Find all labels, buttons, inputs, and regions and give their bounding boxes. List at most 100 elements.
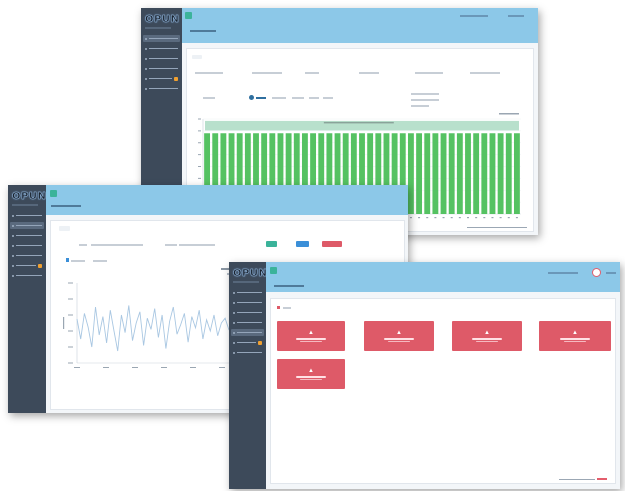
filter-field[interactable] (252, 72, 282, 74)
x-tick-label (491, 217, 494, 219)
sidebar-item-label (237, 301, 262, 304)
sidebar-item-label (149, 37, 178, 40)
y-tick-label (198, 118, 201, 120)
sidebar-item[interactable] (10, 212, 44, 219)
line-chart (63, 282, 251, 368)
alert-icon[interactable] (592, 268, 601, 277)
filter-select[interactable] (91, 244, 143, 246)
filter-field[interactable] (415, 72, 443, 74)
option-label[interactable] (323, 97, 333, 99)
bar (432, 133, 439, 214)
sidebar-item[interactable] (10, 242, 44, 249)
option-label[interactable] (309, 97, 319, 99)
sidebar-item-icon (233, 291, 235, 294)
top-header (182, 8, 538, 43)
sidebar-item[interactable] (143, 45, 180, 52)
alarm-title (560, 338, 590, 340)
alarm-detail (564, 340, 586, 342)
sidebar-item[interactable] (231, 289, 264, 296)
bar (505, 133, 512, 214)
sidebar-item[interactable] (143, 75, 180, 82)
tab-daily[interactable] (192, 55, 202, 59)
sidebar-item[interactable] (10, 222, 44, 229)
sidebar-item[interactable] (231, 309, 264, 316)
filter-field[interactable] (359, 72, 379, 74)
sidebar-item[interactable] (143, 55, 180, 62)
chart-icon (66, 258, 69, 262)
x-tick-label (483, 217, 486, 219)
sidebar-item[interactable] (231, 339, 264, 346)
sidebar-item[interactable] (231, 329, 264, 336)
series-line (76, 305, 251, 352)
sidebar: OPUN (8, 185, 46, 413)
option-label[interactable] (272, 97, 286, 99)
sidebar-item-icon (233, 351, 235, 354)
bar (416, 133, 423, 214)
radio-icon[interactable] (249, 95, 254, 100)
sidebar-item[interactable] (10, 262, 44, 269)
notification-badge (38, 263, 42, 268)
tab-hourly[interactable] (74, 226, 82, 231)
sidebar-item[interactable] (10, 232, 44, 239)
sidebar-item-icon (145, 67, 147, 70)
sidebar-item-icon (12, 274, 14, 277)
alarm-card[interactable]: ▲ (277, 321, 345, 351)
brand-tagline (12, 204, 38, 206)
alarm-title (384, 338, 414, 340)
sidebar-item-label (16, 254, 42, 257)
view-option[interactable] (71, 260, 85, 262)
sidebar-item[interactable] (10, 252, 44, 259)
menu-toggle-button[interactable] (50, 190, 57, 197)
sidebar-item-icon (12, 254, 14, 257)
menu-toggle-button[interactable] (270, 267, 277, 274)
sidebar-item[interactable] (143, 65, 180, 72)
sidebar-item-label (16, 264, 36, 267)
header-logout[interactable] (606, 272, 616, 274)
alarm-card[interactable]: ▲ (539, 321, 611, 351)
alarm-button[interactable] (322, 241, 342, 247)
tab-daily[interactable] (59, 226, 70, 231)
brand-logo: OPUN (12, 191, 47, 203)
alarm-detail (476, 340, 498, 342)
header-logout[interactable] (508, 15, 524, 17)
bar (424, 133, 431, 214)
option-label[interactable] (292, 97, 304, 99)
y-tick-label (198, 142, 201, 144)
sidebar-item-label (16, 244, 42, 247)
bar (440, 133, 447, 214)
search-button[interactable] (266, 241, 277, 247)
filter-field[interactable] (305, 72, 319, 74)
x-tick-label (161, 367, 167, 368)
sidebar-item[interactable] (143, 85, 180, 92)
export-button[interactable] (296, 241, 309, 247)
alarm-card[interactable]: ▲ (452, 321, 522, 351)
alarm-title (296, 338, 326, 340)
brand-tagline (233, 281, 259, 283)
tab-hourly[interactable] (206, 55, 214, 59)
menu-toggle-button[interactable] (185, 12, 192, 19)
sidebar-item[interactable] (143, 35, 180, 42)
sidebar-nav (8, 212, 46, 279)
x-tick-label (450, 217, 453, 219)
tab-bar (59, 226, 82, 231)
sidebar-item[interactable] (231, 319, 264, 326)
sidebar-item-label (149, 57, 178, 60)
filter-field[interactable] (470, 72, 500, 74)
sidebar-item[interactable] (231, 349, 264, 356)
page-title (274, 285, 304, 287)
summary-line (411, 99, 439, 101)
sidebar-item[interactable] (10, 272, 44, 279)
view-option[interactable] (93, 260, 107, 262)
bar (465, 133, 471, 214)
sidebar-item[interactable] (231, 299, 264, 306)
alarm-card[interactable]: ▲ (277, 359, 345, 389)
option-label[interactable] (256, 97, 266, 99)
filter-select[interactable] (179, 244, 215, 246)
sidebar-item-icon (233, 311, 235, 314)
sidebar-item-icon (145, 77, 147, 80)
brand-logo: OPUN (145, 14, 180, 26)
y-tick-label (68, 298, 73, 300)
alarm-card[interactable]: ▲ (364, 321, 434, 351)
x-tick-label (132, 367, 138, 368)
sidebar-item-label (237, 321, 262, 324)
